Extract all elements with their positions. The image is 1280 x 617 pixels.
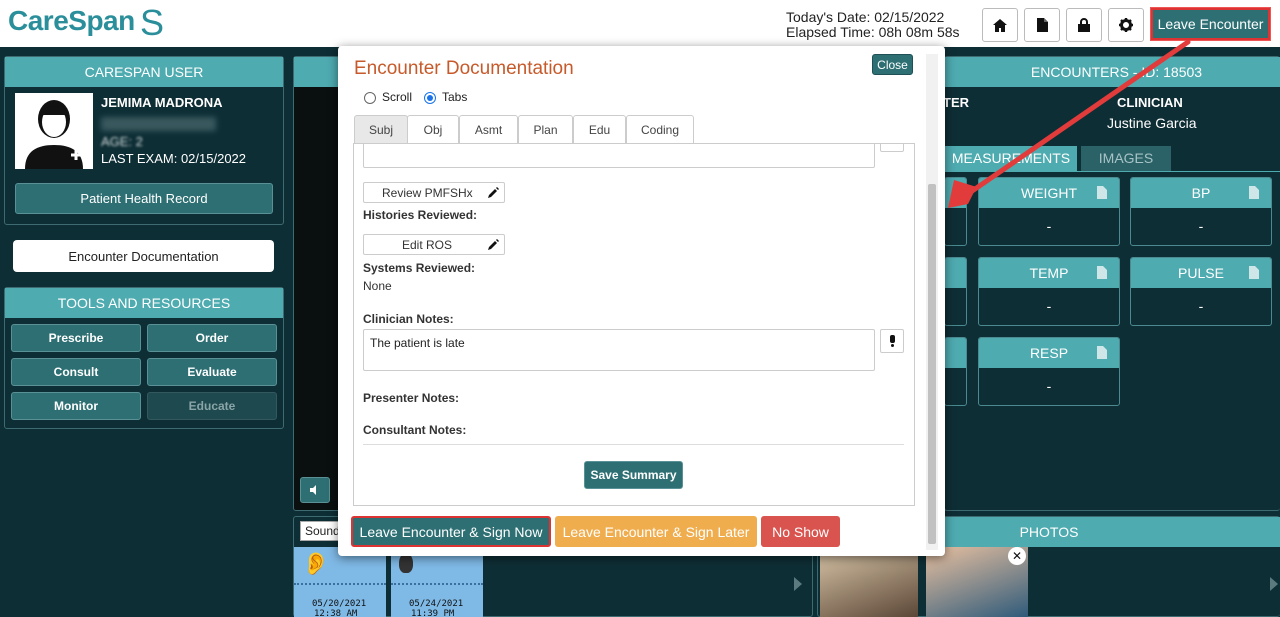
tools-panel-title: TOOLS AND RESOURCES (5, 288, 283, 318)
tab-edu[interactable]: Edu (573, 115, 626, 143)
pencil-icon (488, 187, 499, 198)
tab-coding[interactable]: Coding (626, 115, 694, 143)
card-stub (944, 257, 967, 326)
tab-plan[interactable]: Plan (518, 115, 573, 143)
document-icon (1097, 266, 1107, 279)
next-arrow-icon[interactable] (1270, 577, 1278, 591)
stethoscope-icon (399, 553, 413, 573)
avatar-icon (25, 100, 83, 169)
delete-photo-icon[interactable]: ✕ (1008, 547, 1026, 565)
sound-thumb[interactable]: 👂 05/20/2021 12:38 AM (294, 547, 386, 617)
sound-time: 12:38 AM (314, 609, 358, 617)
save-summary-button[interactable]: Save Summary (584, 461, 683, 489)
alert-button[interactable] (880, 144, 904, 152)
presenter-notes-label: Presenter Notes: (363, 391, 460, 405)
temp-value: - (1046, 298, 1052, 314)
evaluate-button[interactable]: Evaluate (147, 358, 277, 386)
date-info: Today's Date: 02/15/2022 Elapsed Time: 0… (786, 10, 960, 40)
no-show-button[interactable]: No Show (761, 516, 840, 547)
pulse-value: - (1198, 298, 1204, 314)
sound-time: 11:39 PM (411, 609, 455, 617)
waveform (294, 583, 386, 591)
close-button[interactable]: Close (872, 54, 913, 75)
encounter-documentation-modal: Encounter Documentation Close Scroll Tab… (338, 46, 945, 556)
document-icon (1249, 266, 1259, 279)
last-exam: LAST EXAM: 02/15/2022 (101, 151, 247, 166)
review-pmfshx-button[interactable]: Review PMFSHx (363, 182, 505, 203)
review-pmfshx-label: Review PMFSHx (382, 186, 473, 200)
document-icon (1097, 346, 1107, 359)
carespan-logo-mark: S (140, 2, 165, 43)
video-area (293, 56, 344, 511)
monitor-button[interactable]: Monitor (11, 392, 141, 420)
leave-sign-now-button[interactable]: Leave Encounter & Sign Now (351, 516, 551, 547)
tab-subj[interactable]: Subj (354, 115, 408, 143)
scroll-radio[interactable] (364, 92, 376, 104)
sound-date: 05/24/2021 (409, 599, 464, 609)
todays-date: Today's Date: 02/15/2022 (786, 9, 945, 25)
next-arrow-icon[interactable] (794, 577, 802, 591)
annotation-arrow (948, 39, 1191, 208)
exclamation-icon (889, 335, 895, 347)
tabs-radio-label: Tabs (442, 90, 468, 104)
modal-scrollbar[interactable] (926, 54, 938, 550)
exclamation-button[interactable] (880, 329, 904, 353)
subj-content: Review PMFSHx Histories Reviewed: Edit R… (353, 143, 915, 506)
sound-thumb[interactable]: 05/24/2021 11:39 PM (391, 547, 483, 617)
educate-button[interactable]: Educate (147, 392, 277, 420)
resp-value: - (1046, 378, 1052, 394)
tab-asmt[interactable]: Asmt (459, 115, 518, 143)
waveform (391, 583, 483, 591)
systems-reviewed-label: Systems Reviewed: (363, 261, 476, 275)
edit-ros-label: Edit ROS (402, 238, 453, 252)
consult-button[interactable]: Consult (11, 358, 141, 386)
carespan-user-panel: CARESPAN USER JEMIMA MADRONA AGE: 2 LAST… (4, 56, 284, 225)
pulse-card[interactable]: PULSE - (1130, 257, 1272, 326)
histories-reviewed-label: Histories Reviewed: (363, 208, 478, 222)
patient-health-record-button[interactable]: Patient Health Record (15, 183, 273, 214)
consultant-notes-label: Consultant Notes: (363, 423, 467, 437)
systems-reviewed-value: None (363, 279, 392, 293)
order-button[interactable]: Order (147, 324, 277, 352)
scroll-radio-label: Scroll (382, 90, 413, 104)
elapsed-time: Elapsed Time: 08h 08m 58s (786, 24, 960, 40)
patient-age: AGE: 2 (101, 134, 143, 149)
patient-name: JEMIMA MADRONA (101, 95, 223, 110)
sound-select[interactable]: Sound (300, 521, 342, 541)
temp-card[interactable]: TEMP - (978, 257, 1120, 326)
carespan-logo: CareSpan (8, 5, 135, 36)
modal-title: Encounter Documentation (354, 58, 574, 79)
patient-avatar (15, 93, 93, 169)
mute-button[interactable] (300, 477, 330, 503)
divider (363, 444, 904, 445)
tab-obj[interactable]: Obj (407, 115, 459, 143)
photo-thumb[interactable] (820, 547, 918, 617)
card-stub (944, 337, 967, 406)
prescribe-button[interactable]: Prescribe (11, 324, 141, 352)
video-header (294, 57, 344, 87)
resp-card[interactable]: RESP - (978, 337, 1120, 406)
sound-date: 05/20/2021 (312, 599, 367, 609)
clinician-notes-label: Clinician Notes: (363, 312, 454, 326)
document-icon (1249, 186, 1259, 199)
edit-ros-button[interactable]: Edit ROS (363, 234, 505, 255)
tabs-radio[interactable] (424, 92, 436, 104)
subjective-textarea[interactable] (363, 144, 875, 168)
user-panel-title: CARESPAN USER (5, 57, 283, 87)
ear-icon: 👂 (302, 551, 330, 576)
clinician-notes-textarea[interactable]: The patient is late (363, 329, 875, 371)
encounter-documentation-button[interactable]: Encounter Documentation (13, 240, 274, 272)
tools-panel: TOOLS AND RESOURCES Prescribe Order Cons… (4, 287, 284, 429)
scrollbar-thumb[interactable] (928, 184, 936, 544)
blurred-dob (101, 117, 216, 131)
speaker-icon (310, 485, 316, 495)
leave-sign-later-button[interactable]: Leave Encounter & Sign Later (555, 516, 757, 547)
pencil-icon (488, 239, 499, 250)
